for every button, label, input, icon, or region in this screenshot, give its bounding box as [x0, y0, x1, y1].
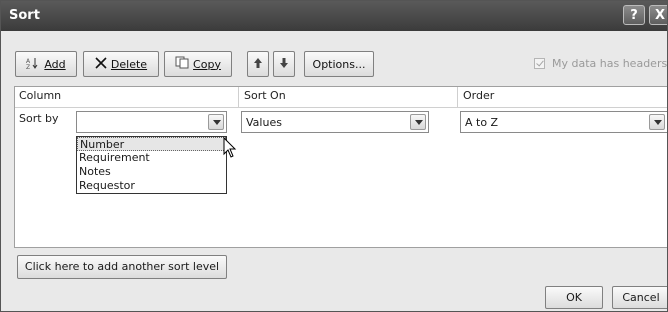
- options-button[interactable]: Options...: [304, 51, 374, 77]
- list-item[interactable]: Number: [77, 137, 226, 151]
- close-button[interactable]: X: [649, 5, 667, 25]
- column-dropdown-list: Number Requirement Notes Requestor: [76, 136, 227, 194]
- dialog-title: Sort: [9, 8, 40, 23]
- arrow-up-icon: [253, 57, 263, 72]
- chevron-down-icon[interactable]: [410, 114, 426, 130]
- svg-text:Z: Z: [26, 64, 30, 70]
- list-item[interactable]: Requestor: [77, 179, 226, 193]
- add-sort-level-button[interactable]: Click here to add another sort level: [17, 255, 227, 279]
- add-level-toolbar-button[interactable]: AZ Add: [15, 51, 77, 77]
- add-sort-icon: AZ: [26, 56, 40, 73]
- help-button[interactable]: ?: [623, 5, 645, 25]
- delete-icon: [95, 56, 107, 72]
- arrow-down-icon: [279, 57, 289, 72]
- list-item[interactable]: Notes: [77, 165, 226, 179]
- sort-dialog: Sort ? X AZ Add Delete Copy Options... M…: [0, 0, 668, 312]
- column-divider: [238, 87, 239, 108]
- headers-checkbox[interactable]: [534, 58, 545, 69]
- sort-on-header: Sort On: [244, 89, 286, 102]
- list-item[interactable]: Requirement: [77, 151, 226, 165]
- sort-on-select-value: Values: [246, 116, 282, 129]
- copy-label: Copy: [193, 57, 221, 71]
- copy-icon: [175, 56, 189, 72]
- column-header: Column: [19, 89, 62, 102]
- chevron-down-icon[interactable]: [649, 114, 665, 130]
- add-label: Add: [44, 57, 66, 71]
- move-up-button[interactable]: [247, 51, 269, 77]
- delete-label: Delete: [110, 57, 148, 71]
- headers-checkbox-label: My data has headers: [552, 57, 668, 70]
- ok-button[interactable]: OK: [545, 286, 603, 309]
- delete-level-button[interactable]: Delete: [83, 51, 159, 77]
- column-divider: [457, 87, 458, 108]
- order-select-value: A to Z: [465, 116, 499, 129]
- sort-on-select[interactable]: Values: [241, 111, 429, 133]
- copy-level-button[interactable]: Copy: [164, 51, 232, 77]
- title-bar: Sort ? X: [1, 1, 667, 31]
- cancel-button[interactable]: Cancel: [612, 286, 667, 309]
- options-label: Options...: [312, 57, 366, 71]
- chevron-down-icon[interactable]: [208, 114, 224, 130]
- column-select[interactable]: [76, 111, 227, 133]
- header-divider: [15, 107, 667, 108]
- order-select[interactable]: A to Z: [460, 111, 667, 133]
- mouse-pointer-icon: [223, 137, 237, 158]
- move-down-button[interactable]: [273, 51, 295, 77]
- headers-checkbox-row: My data has headers: [534, 57, 667, 70]
- order-header: Order: [463, 89, 495, 102]
- sort-by-label: Sort by: [19, 112, 59, 125]
